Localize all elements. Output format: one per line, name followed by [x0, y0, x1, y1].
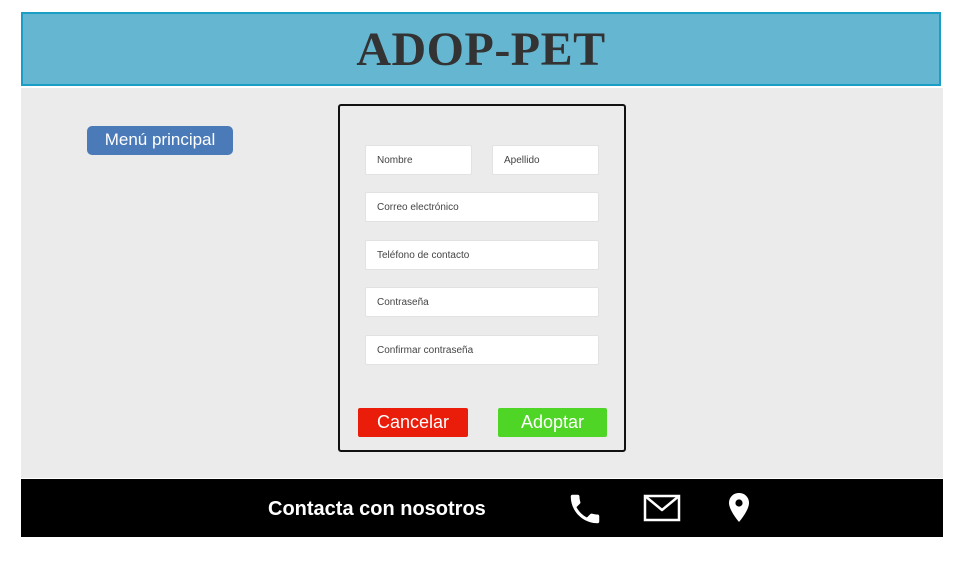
phone-icon[interactable] — [566, 490, 604, 533]
email-field[interactable] — [365, 192, 599, 222]
cancel-button[interactable]: Cancelar — [358, 408, 468, 437]
password-field[interactable] — [365, 287, 599, 317]
confirm-password-field[interactable] — [365, 335, 599, 365]
contact-label: Contacta con nosotros — [268, 498, 486, 520]
page-header: ADOP-PET — [21, 12, 941, 86]
nombre-field[interactable] — [365, 145, 472, 175]
page-title: ADOP-PET — [356, 22, 606, 76]
adopt-button[interactable]: Adoptar — [498, 408, 607, 437]
location-icon[interactable] — [727, 492, 751, 529]
main-menu-button[interactable]: Menú principal — [87, 126, 233, 155]
apellido-field[interactable] — [492, 145, 599, 175]
mail-icon[interactable] — [643, 494, 681, 527]
phone-field[interactable] — [365, 240, 599, 270]
